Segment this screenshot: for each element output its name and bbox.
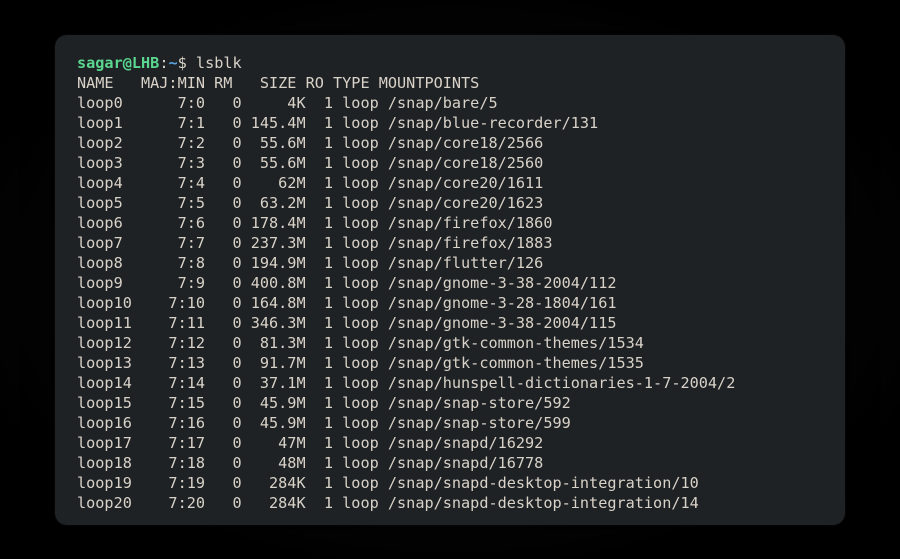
- lsblk-rows: loop0 7:0 0 4K 1 loop /snap/bare/5 loop1…: [77, 94, 735, 512]
- prompt-dollar: $: [178, 54, 196, 72]
- prompt-host: LHB: [132, 54, 159, 72]
- prompt-at: @: [123, 54, 132, 72]
- prompt-user: sagar: [77, 54, 123, 72]
- command-text: lsblk: [196, 54, 242, 72]
- lsblk-header: NAME MAJ:MIN RM SIZE RO TYPE MOUNTPOINTS: [77, 74, 479, 92]
- terminal-window[interactable]: sagar@LHB:~$ lsblk NAME MAJ:MIN RM SIZE …: [55, 35, 845, 525]
- prompt-path: ~: [168, 54, 177, 72]
